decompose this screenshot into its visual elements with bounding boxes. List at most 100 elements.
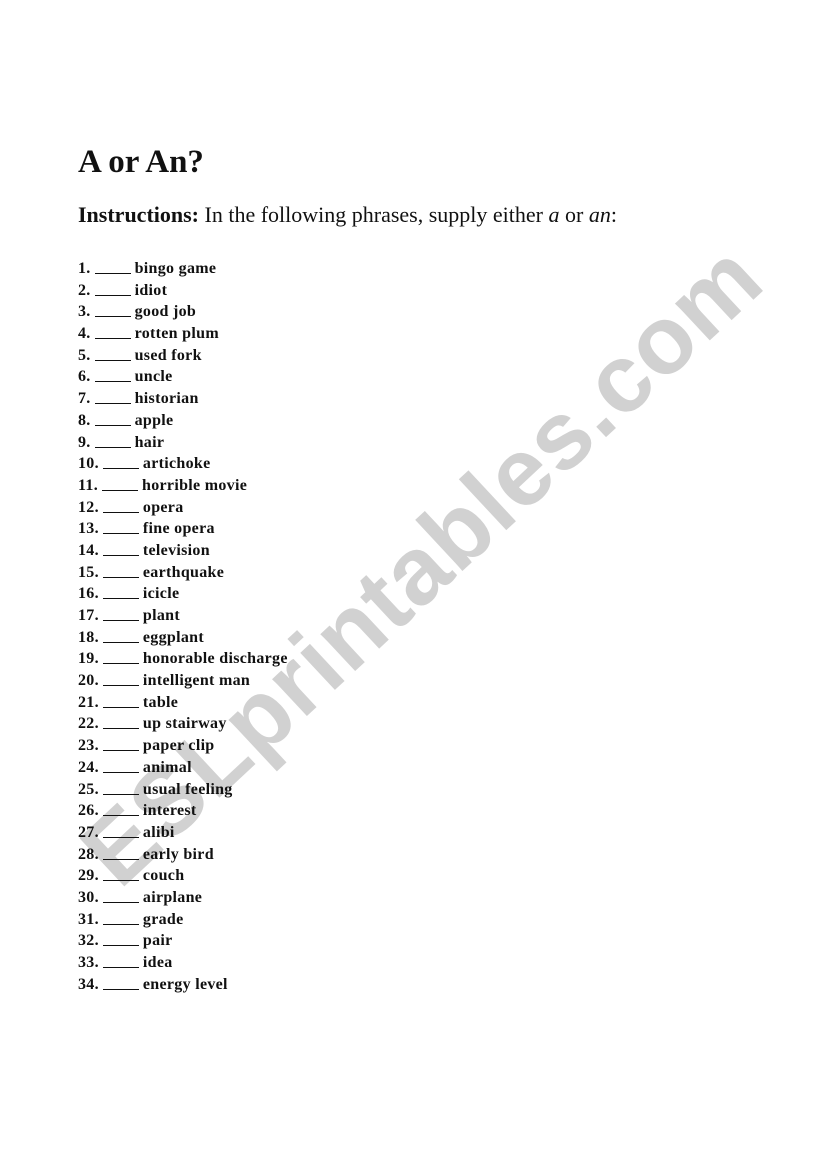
item-phrase: plant bbox=[142, 607, 180, 624]
answer-blank[interactable] bbox=[94, 326, 131, 340]
answer-blank[interactable] bbox=[102, 760, 139, 773]
answer-blank[interactable] bbox=[102, 847, 139, 860]
option-an: an bbox=[588, 202, 611, 227]
item-phrase: early bird bbox=[142, 845, 214, 863]
list-item: 3. good job bbox=[78, 301, 288, 323]
item-phrase: pair bbox=[142, 932, 173, 950]
item-number: 26. bbox=[78, 802, 99, 820]
item-number: 16. bbox=[78, 585, 99, 603]
answer-blank[interactable] bbox=[94, 348, 131, 361]
item-phrase: idiot bbox=[134, 281, 168, 299]
answer-blank[interactable] bbox=[102, 586, 139, 600]
list-item: 9. hair bbox=[78, 432, 288, 454]
answer-blank[interactable] bbox=[94, 261, 131, 274]
item-number: 31. bbox=[78, 910, 99, 928]
item-number: 29. bbox=[78, 867, 99, 885]
item-number: 20. bbox=[78, 672, 99, 690]
answer-blank[interactable] bbox=[94, 435, 131, 448]
item-phrase: television bbox=[142, 541, 210, 559]
list-item: 8. apple bbox=[78, 410, 288, 432]
item-phrase: historian bbox=[134, 390, 199, 408]
item-number: 8. bbox=[78, 411, 91, 429]
answer-blank[interactable] bbox=[94, 391, 131, 405]
item-number: 34. bbox=[78, 975, 99, 993]
answer-blank[interactable] bbox=[94, 304, 131, 318]
list-item: 26. interest bbox=[78, 800, 288, 822]
item-number: 17. bbox=[78, 607, 99, 624]
option-a: a bbox=[548, 202, 560, 227]
list-item: 21. table bbox=[78, 692, 288, 714]
item-number: 13. bbox=[78, 520, 99, 538]
list-item: 27. alibi bbox=[78, 822, 288, 844]
answer-blank[interactable] bbox=[102, 782, 139, 795]
instructions-text: In the following phrases, supply either bbox=[199, 202, 549, 227]
list-item: 6. uncle bbox=[78, 366, 288, 388]
item-phrase: usual feeling bbox=[142, 780, 233, 798]
answer-blank[interactable] bbox=[102, 608, 139, 621]
item-phrase: horrible movie bbox=[142, 476, 248, 494]
list-item: 30. airplane bbox=[78, 887, 288, 909]
item-phrase: intelligent man bbox=[142, 672, 251, 690]
item-number: 2. bbox=[78, 281, 91, 299]
answer-blank[interactable] bbox=[102, 500, 139, 513]
list-item: 24. animal bbox=[78, 757, 288, 779]
answer-blank[interactable] bbox=[94, 413, 131, 426]
item-number: 33. bbox=[78, 954, 99, 971]
item-number: 23. bbox=[78, 737, 99, 755]
answer-blank[interactable] bbox=[102, 651, 139, 665]
item-number: 18. bbox=[78, 628, 99, 646]
answer-blank[interactable] bbox=[102, 738, 139, 752]
answer-blank[interactable] bbox=[102, 543, 139, 556]
item-number: 25. bbox=[78, 780, 99, 798]
answer-blank[interactable] bbox=[94, 283, 131, 296]
item-phrase: icicle bbox=[142, 585, 180, 603]
answer-blank[interactable] bbox=[102, 868, 139, 882]
item-number: 30. bbox=[78, 888, 99, 906]
answer-blank[interactable] bbox=[102, 955, 139, 968]
list-item: 32. pair bbox=[78, 930, 288, 952]
list-item: 11. horrible movie bbox=[78, 475, 288, 497]
list-item: 28. early bird bbox=[78, 844, 288, 866]
worksheet-page: ESLprintables.com A or An? Instructions:… bbox=[0, 0, 821, 1169]
list-item: 17. plant bbox=[78, 605, 288, 627]
item-number: 3. bbox=[78, 303, 91, 321]
item-phrase: apple bbox=[134, 411, 174, 429]
exercise-list: 1. bingo game 2. idiot 3. good job 4. rotten pl… bbox=[78, 258, 288, 995]
list-item: 5. used fork bbox=[78, 345, 288, 367]
item-number: 19. bbox=[78, 650, 99, 668]
item-phrase: bingo game bbox=[134, 260, 217, 277]
list-item: 15. earthquake bbox=[78, 562, 288, 584]
item-phrase: grade bbox=[142, 910, 184, 928]
answer-blank[interactable] bbox=[94, 369, 131, 383]
answer-blank[interactable] bbox=[102, 716, 139, 730]
list-item: 19. honorable discharge bbox=[78, 648, 288, 670]
list-item: 13. fine opera bbox=[78, 518, 288, 540]
item-phrase: couch bbox=[142, 867, 185, 885]
item-phrase: honorable discharge bbox=[142, 650, 288, 668]
instructions-text-middle: or bbox=[559, 202, 589, 227]
list-item: 18. eggplant bbox=[78, 627, 288, 649]
answer-blank[interactable] bbox=[102, 673, 139, 687]
item-phrase: interest bbox=[142, 802, 197, 820]
answer-blank[interactable] bbox=[102, 977, 139, 990]
answer-blank[interactable] bbox=[102, 478, 139, 491]
answer-blank[interactable] bbox=[102, 803, 139, 817]
answer-blank[interactable] bbox=[102, 890, 139, 903]
item-phrase: airplane bbox=[142, 888, 203, 906]
answer-blank[interactable] bbox=[102, 933, 139, 947]
item-number: 21. bbox=[78, 693, 99, 711]
answer-blank[interactable] bbox=[102, 565, 139, 578]
list-item: 2. idiot bbox=[78, 280, 288, 302]
answer-blank[interactable] bbox=[102, 695, 139, 708]
list-item: 22. up stairway bbox=[78, 713, 288, 735]
answer-blank[interactable] bbox=[102, 912, 139, 925]
list-item: 12. opera bbox=[78, 497, 288, 519]
item-number: 12. bbox=[78, 498, 99, 516]
answer-blank[interactable] bbox=[102, 630, 139, 643]
answer-blank[interactable] bbox=[102, 456, 139, 470]
answer-blank[interactable] bbox=[102, 521, 139, 535]
item-phrase: table bbox=[142, 693, 179, 711]
list-item: 14. television bbox=[78, 540, 288, 562]
answer-blank[interactable] bbox=[102, 825, 139, 838]
item-phrase: paper clip bbox=[142, 737, 215, 755]
